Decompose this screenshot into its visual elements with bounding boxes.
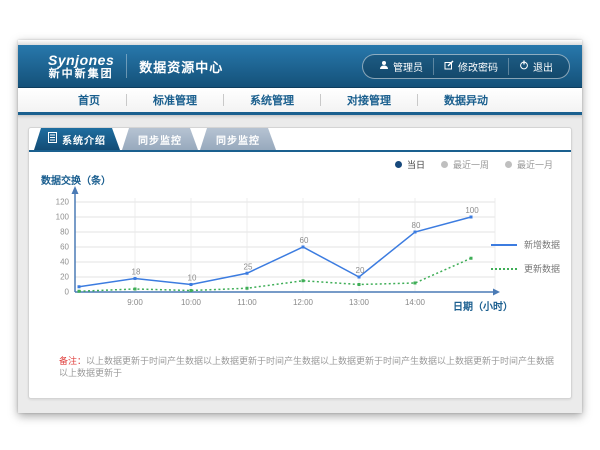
exchange-line-chart: 数据交换（条） 日期（小时） 0 20 40 60 80 100 120 9:00 10:00 11:… <box>37 174 517 332</box>
change-password-label: 修改密码 <box>458 59 498 74</box>
tab-sync-monitor-2[interactable]: 同步监控 <box>200 128 276 150</box>
power-icon <box>519 60 529 73</box>
content-area: 系统介绍 同步监控 同步监控 当日 <box>18 115 582 413</box>
change-password-button[interactable]: 修改密码 <box>433 58 508 75</box>
svg-text:11:00: 11:00 <box>237 298 257 307</box>
svg-text:40: 40 <box>60 258 69 267</box>
app-window: Synjones 新中新集团 数据资源中心 管理员 修改密码 <box>18 40 582 413</box>
svg-text:10: 10 <box>188 274 197 283</box>
radio-label: 最近一周 <box>453 158 489 171</box>
radio-label: 当日 <box>407 158 425 171</box>
legend-item-updated-data: 更新数据 <box>491 262 560 275</box>
user-icon <box>379 60 389 73</box>
legend-line-dotted-icon <box>491 268 517 270</box>
page-title: 数据资源中心 <box>139 57 223 76</box>
document-icon <box>48 132 57 146</box>
main-panel: 系统介绍 同步监控 同步监控 当日 <box>28 127 572 399</box>
legend-line-solid-icon <box>491 244 517 246</box>
svg-text:100: 100 <box>56 213 70 222</box>
footnote: 备注：以上数据更新于时间产生数据以上数据更新于时间产生数据以上数据更新于时间产生… <box>59 356 561 379</box>
user-menu: 管理员 修改密码 退出 <box>362 54 570 79</box>
header-divider <box>126 54 127 78</box>
nav-item-system-mgmt[interactable]: 系统管理 <box>224 92 320 108</box>
radio-dot-icon <box>395 161 402 168</box>
nav-item-data-change[interactable]: 数据异动 <box>418 92 514 108</box>
nav-item-connection-mgmt[interactable]: 对接管理 <box>321 92 417 108</box>
page: Synjones 新中新集团 数据资源中心 管理员 修改密码 <box>0 0 600 450</box>
radio-last-month[interactable]: 最近一月 <box>505 158 553 171</box>
svg-text:60: 60 <box>300 236 309 245</box>
svg-text:25: 25 <box>244 262 253 271</box>
svg-text:20: 20 <box>356 266 365 275</box>
svg-text:18: 18 <box>132 268 141 277</box>
radio-dot-icon <box>441 161 448 168</box>
main-nav: 首页 标准管理 系统管理 对接管理 数据异动 <box>18 88 582 112</box>
tab-bar: 系统介绍 同步监控 同步监控 <box>29 128 571 150</box>
svg-text:80: 80 <box>60 228 69 237</box>
legend-label: 新增数据 <box>524 238 560 251</box>
radio-last-week[interactable]: 最近一周 <box>441 158 489 171</box>
radio-today[interactable]: 当日 <box>395 158 425 171</box>
svg-text:10:00: 10:00 <box>181 298 202 307</box>
svg-text:0: 0 <box>65 288 70 297</box>
svg-text:数据交换（条）: 数据交换（条） <box>41 174 111 187</box>
user-account-label: 管理员 <box>393 59 423 74</box>
nav-item-standard-mgmt[interactable]: 标准管理 <box>127 92 223 108</box>
radio-dot-icon <box>505 161 512 168</box>
tab-label: 系统介绍 <box>62 132 106 147</box>
logo-text-en: Synjones <box>48 53 114 67</box>
svg-text:13:00: 13:00 <box>349 298 370 307</box>
panel-body: 当日 最近一周 最近一月 数据交换（条） 日期（小时） 0 20 40 60 80 100 12… <box>29 152 571 398</box>
legend-item-new-data: 新增数据 <box>491 238 560 251</box>
svg-text:120: 120 <box>56 198 70 207</box>
logout-label: 退出 <box>533 59 553 74</box>
time-range-filter: 当日 最近一周 最近一月 <box>395 158 553 171</box>
legend-label: 更新数据 <box>524 262 560 275</box>
svg-text:9:00: 9:00 <box>127 298 143 307</box>
tab-sync-monitor-1[interactable]: 同步监控 <box>122 128 198 150</box>
svg-text:80: 80 <box>412 221 421 230</box>
tab-label: 同步监控 <box>216 132 260 147</box>
app-header: Synjones 新中新集团 数据资源中心 管理员 修改密码 <box>18 45 582 88</box>
footnote-text: 以上数据更新于时间产生数据以上数据更新于时间产生数据以上数据更新于时间产生数据以… <box>59 356 554 378</box>
radio-label: 最近一月 <box>517 158 553 171</box>
user-account-button[interactable]: 管理员 <box>369 58 433 75</box>
svg-text:20: 20 <box>60 273 69 282</box>
tab-label: 同步监控 <box>138 132 182 147</box>
logo-text-cn: 新中新集团 <box>49 69 114 80</box>
chart-legend: 新增数据 更新数据 <box>491 238 560 275</box>
edit-icon <box>444 60 454 73</box>
company-logo: Synjones 新中新集团 <box>48 53 114 80</box>
logout-button[interactable]: 退出 <box>508 58 563 75</box>
nav-item-home[interactable]: 首页 <box>52 92 126 108</box>
svg-text:12:00: 12:00 <box>293 298 314 307</box>
svg-text:60: 60 <box>60 243 69 252</box>
footnote-prefix: 备注： <box>59 356 86 366</box>
tab-system-intro[interactable]: 系统介绍 <box>34 128 120 150</box>
svg-text:14:00: 14:00 <box>405 298 426 307</box>
svg-text:100: 100 <box>465 206 479 215</box>
svg-text:日期（小时）: 日期（小时） <box>453 300 513 313</box>
